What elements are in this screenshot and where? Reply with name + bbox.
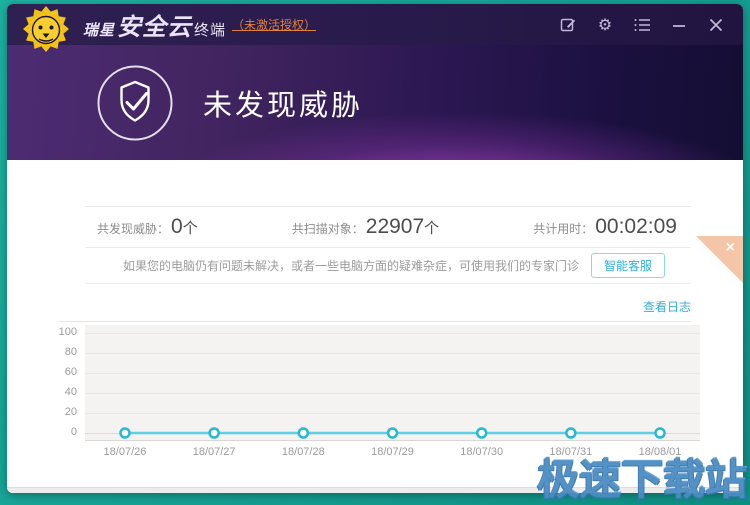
y-tick-label: 40 [65, 386, 77, 399]
view-log-link[interactable]: 查看日志 [643, 300, 691, 314]
data-point [656, 429, 665, 438]
y-tick-label: 100 [59, 326, 77, 339]
stat-value: 00:02:09 [595, 215, 677, 239]
expert-notice-bar: 如果您的电脑仍有问题未解决，或者一些电脑方面的疑难杂症，可使用我们的专家门诊 智… [85, 248, 691, 283]
chart-plot-wrap: 18/07/26 18/07/27 18/07/28 18/07/29 18/07/30… [85, 325, 700, 462]
app-title: 瑞星 安全云 终端 [83, 7, 226, 42]
x-tick-label: 18/07/27 [193, 446, 236, 458]
stat-time-elapsed: 共计用时： 00:02:09 [533, 215, 677, 239]
divider [59, 321, 691, 322]
stat-value: 0 [171, 215, 183, 239]
chart-y-axis: 0 20 40 60 80 100 [51, 325, 85, 441]
stat-unit: 个 [183, 217, 198, 238]
panel-close-ribbon[interactable]: × [696, 236, 743, 283]
menu-list-icon[interactable] [631, 14, 653, 36]
scan-result-banner: 未发现威胁 [7, 45, 743, 160]
expert-notice-text: 如果您的电脑仍有问题未解决，或者一些电脑方面的疑难杂症，可使用我们的专家门诊 [123, 257, 579, 274]
y-tick-label: 60 [65, 366, 77, 379]
data-point [388, 429, 397, 438]
smart-customer-service-button[interactable]: 智能客服 [591, 253, 665, 278]
data-point [477, 429, 486, 438]
y-tick-label: 0 [71, 426, 77, 439]
y-tick-label: 20 [65, 406, 77, 419]
scan-history-chart: 020406080100 18/07/2618/07/2718/07/2818/… [51, 325, 743, 462]
close-icon[interactable] [705, 14, 727, 36]
scan-stats-panel: 共发现威胁： 0 个 共扫描对象： 22907 个 共计用时： 00:02:09 [85, 206, 691, 284]
content-area: × 共发现威胁： 0 个 共扫描对象： 22907 个 共计用时： [7, 206, 743, 493]
x-tick-label: 18/07/26 [104, 446, 147, 458]
page-frame: 瑞星 安全云 终端 （未激活授权） ⚙ [0, 0, 750, 505]
data-point [120, 429, 129, 438]
brand-prefix: 瑞星 [83, 19, 115, 40]
connection-status-text: 已连接瑞星安全云 [641, 493, 729, 494]
app-window: 瑞星 安全云 终端 （未激活授权） ⚙ [7, 4, 743, 493]
status-bar: ☁ 已连接瑞星安全云 [7, 487, 743, 493]
license-activation-link[interactable]: （未激活授权） [232, 16, 316, 33]
x-tick-label: 18/07/31 [549, 446, 592, 458]
stat-objects-scanned: 共扫描对象： 22907 个 [292, 215, 439, 239]
chart-x-axis: 18/07/26 18/07/27 18/07/28 18/07/29 18/07/30… [85, 446, 700, 462]
stat-threats-found: 共发现威胁： 0 个 [97, 215, 198, 239]
data-point [210, 429, 219, 438]
x-tick-label: 18/08/01 [639, 446, 682, 458]
scan-result-title: 未发现威胁 [203, 82, 363, 124]
data-point [299, 429, 308, 438]
stat-value: 22907 [366, 215, 424, 239]
shield-check-icon [95, 63, 175, 143]
x-tick-label: 18/07/30 [460, 446, 503, 458]
x-tick-label: 18/07/28 [282, 446, 325, 458]
log-link-row: 查看日志 [59, 298, 691, 316]
feedback-icon[interactable] [557, 14, 579, 36]
chart-line-svg [85, 325, 700, 441]
chart-plot [85, 325, 700, 441]
stat-label: 共计用时： [533, 220, 593, 237]
stat-label: 共发现威胁： [97, 220, 169, 237]
data-point [566, 429, 575, 438]
titlebar: 瑞星 安全云 终端 （未激活授权） ⚙ [7, 4, 743, 45]
brand-suffix: 终端 [194, 19, 226, 40]
minimize-icon[interactable] [668, 14, 690, 36]
brand-main: 安全云 [117, 7, 192, 42]
ribbon-close-icon: × [726, 239, 735, 257]
y-tick-label: 80 [65, 346, 77, 359]
settings-gear-icon[interactable]: ⚙ [594, 14, 616, 36]
stats-row: 共发现威胁： 0 个 共扫描对象： 22907 个 共计用时： 00:02:09 [85, 207, 691, 248]
stat-label: 共扫描对象： [292, 220, 364, 237]
window-controls: ⚙ [557, 14, 727, 36]
rising-lion-logo-icon [23, 6, 69, 52]
stat-unit: 个 [424, 217, 439, 238]
x-tick-label: 18/07/29 [371, 446, 414, 458]
